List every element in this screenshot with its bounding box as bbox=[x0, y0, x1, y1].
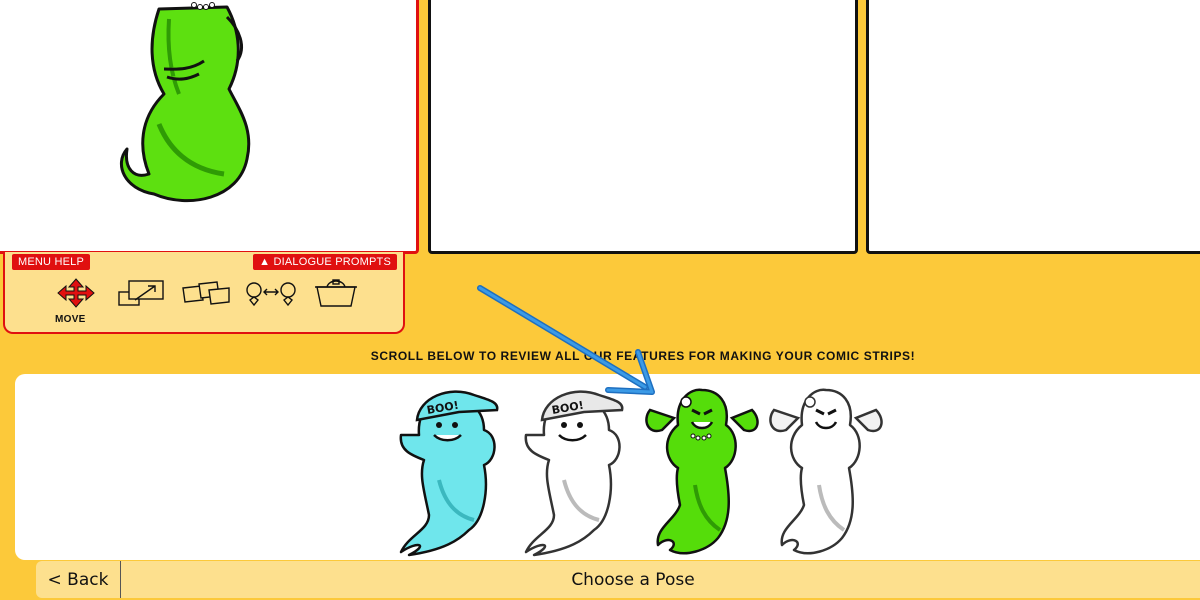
resize-icon bbox=[118, 280, 164, 306]
resize-tool[interactable] bbox=[115, 278, 169, 308]
back-button[interactable]: < Back bbox=[36, 561, 121, 598]
comic-panel-1[interactable] bbox=[0, 0, 419, 254]
bottom-nav-bar: < Back Choose a Pose bbox=[36, 561, 1200, 598]
dialogue-prompts-button[interactable]: ▲ DIALOGUE PROMPTS bbox=[253, 254, 397, 270]
flip-icon bbox=[182, 281, 230, 305]
flip-tool[interactable] bbox=[179, 278, 233, 308]
pose-option-3[interactable] bbox=[640, 380, 760, 560]
flower-icon bbox=[804, 396, 816, 408]
swap-characters-icon bbox=[246, 282, 296, 307]
comic-panel-2[interactable] bbox=[428, 0, 858, 254]
pose-option-2[interactable]: BOO! bbox=[514, 380, 634, 560]
green-ghost-character[interactable] bbox=[0, 0, 419, 254]
pointer-arrow-icon bbox=[477, 285, 655, 395]
menu-help-button[interactable]: MENU HELP bbox=[12, 254, 90, 270]
ghost-body bbox=[524, 396, 621, 557]
delete-basket-icon bbox=[315, 279, 357, 307]
pose-option-4[interactable] bbox=[764, 380, 884, 560]
pose-option-1[interactable]: BOO! bbox=[389, 380, 509, 560]
delete-tool[interactable] bbox=[309, 278, 363, 308]
flower-icon bbox=[680, 396, 692, 408]
move-tool-label: MOVE bbox=[55, 314, 86, 325]
character-tool-menu: MENU HELP ▲ DIALOGUE PROMPTS MOVE bbox=[3, 252, 405, 334]
comic-panel-3[interactable] bbox=[866, 0, 1200, 254]
ghost-body bbox=[780, 388, 861, 555]
swap-characters-tool[interactable] bbox=[243, 278, 297, 308]
move-arrows-icon bbox=[57, 278, 95, 308]
move-tool[interactable] bbox=[49, 278, 103, 308]
ghost-body bbox=[399, 396, 496, 557]
step-title: Choose a Pose bbox=[571, 569, 695, 590]
ghost-body bbox=[656, 388, 737, 555]
